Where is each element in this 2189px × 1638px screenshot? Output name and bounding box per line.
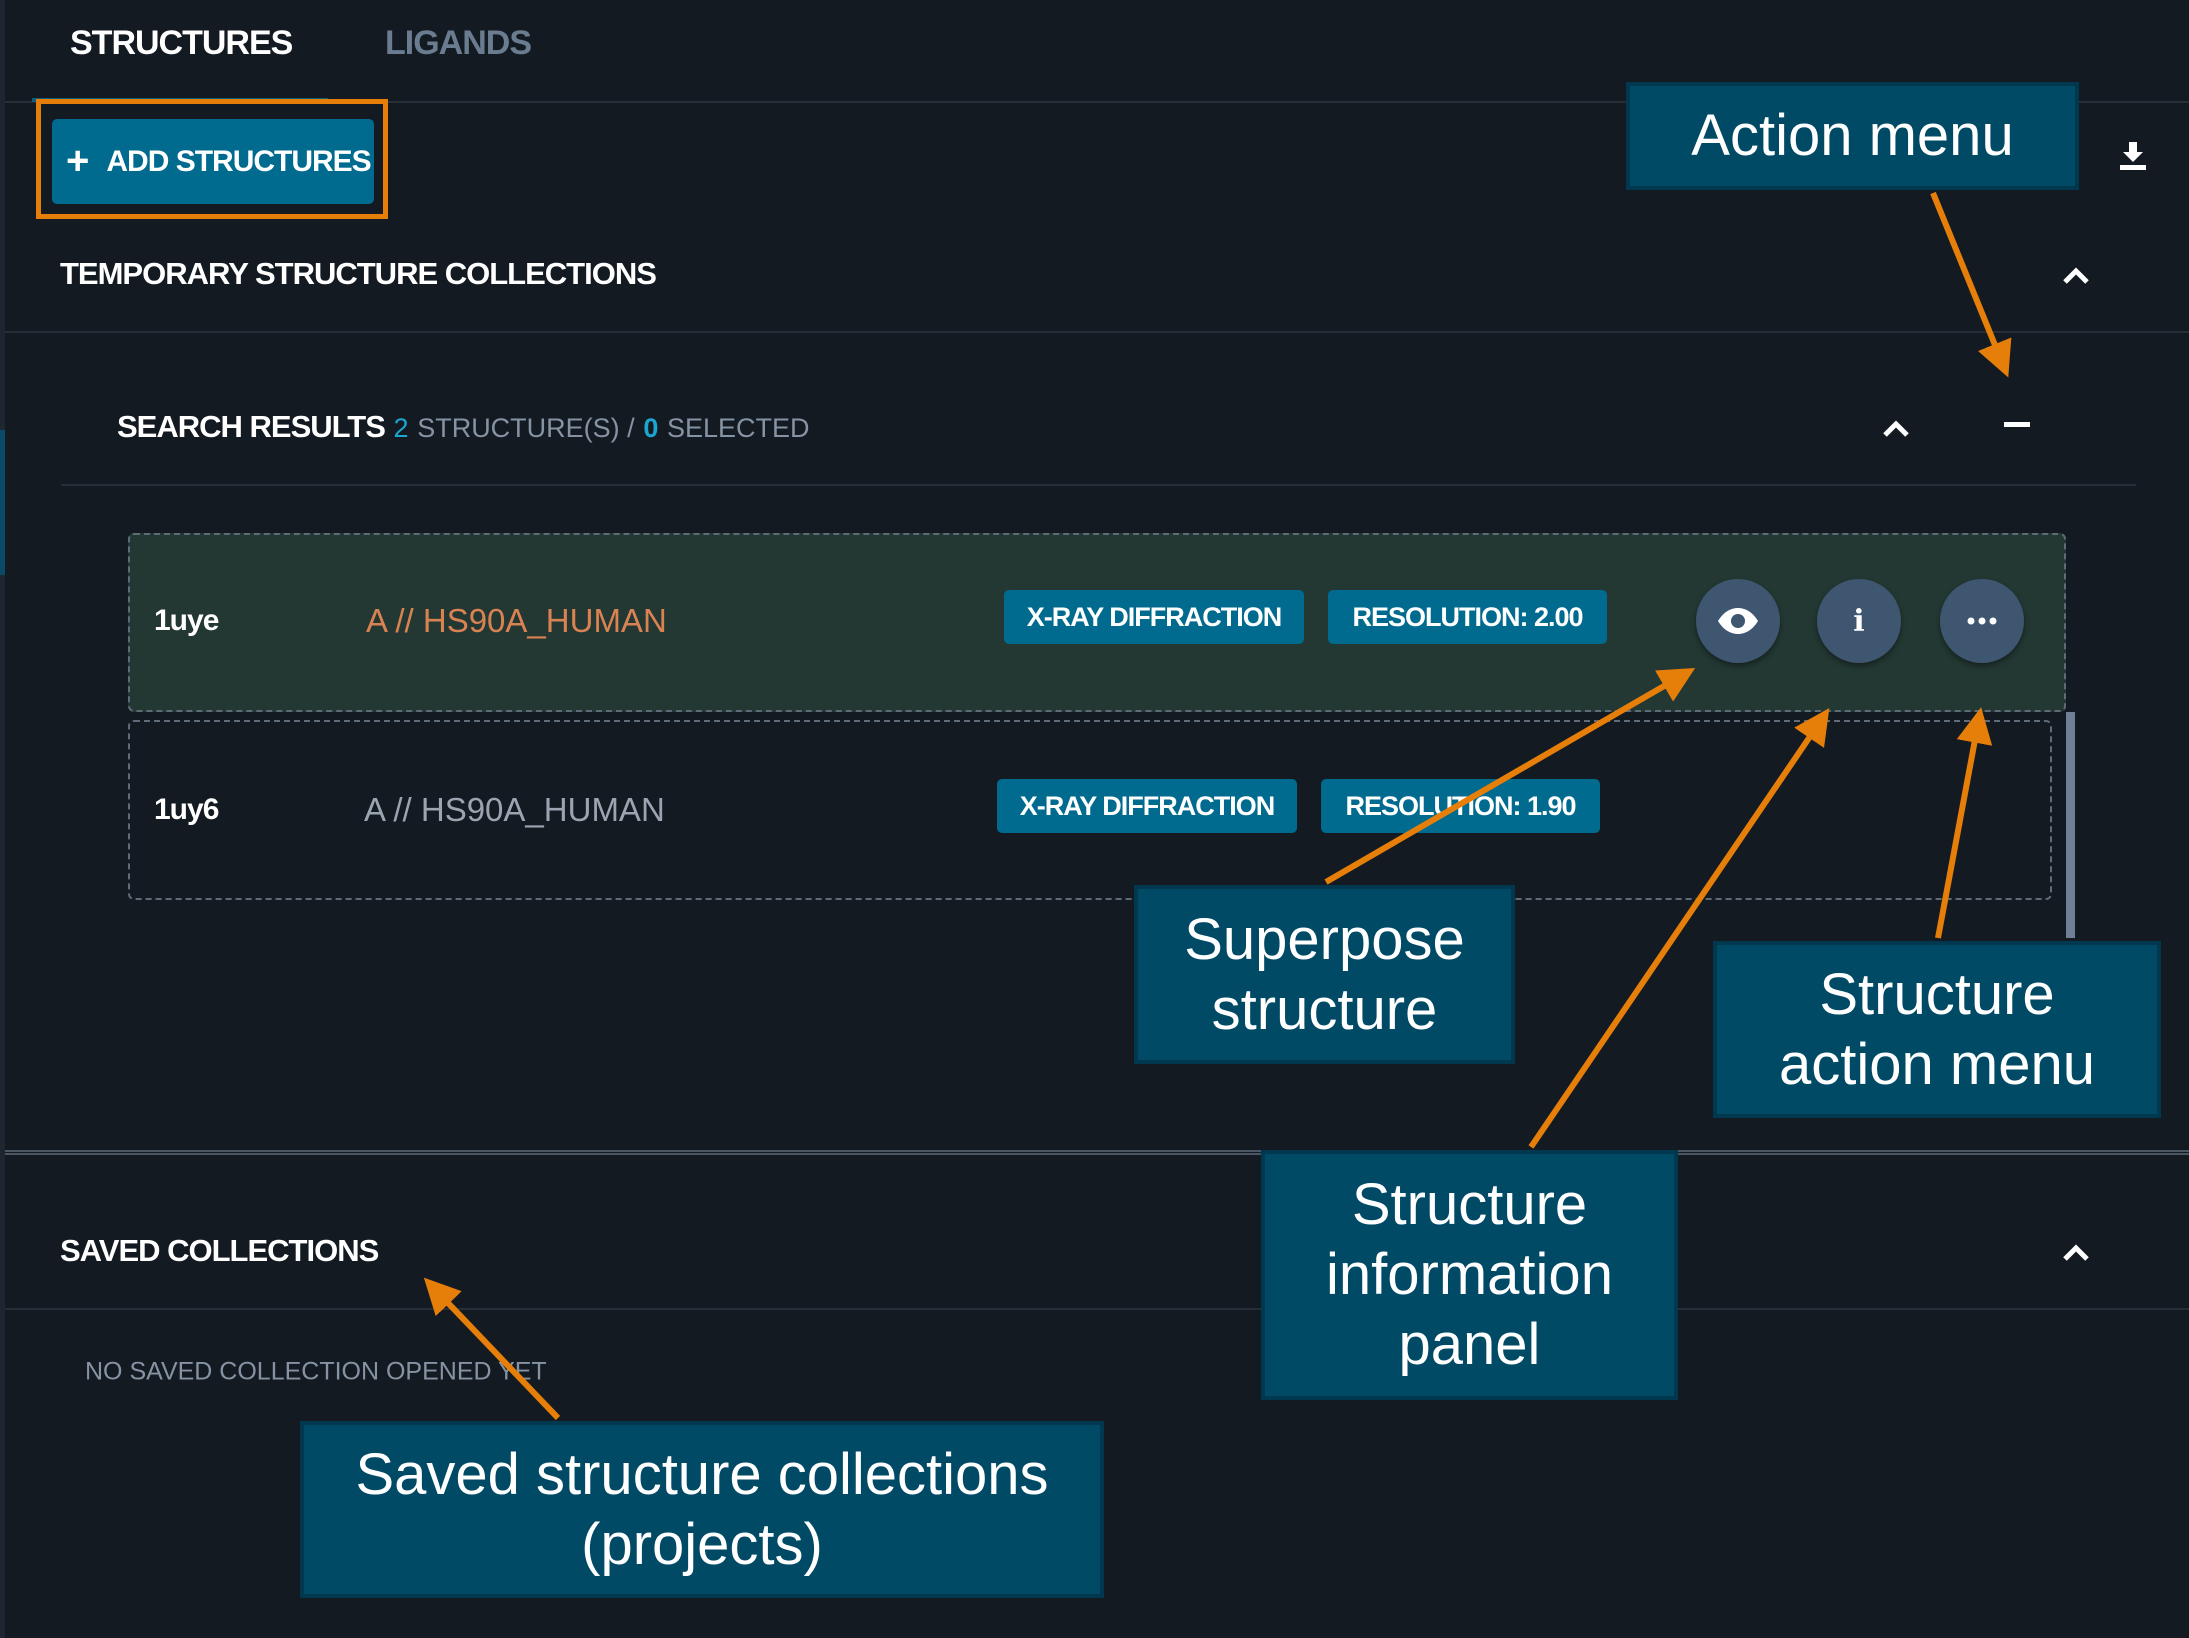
arrow [423, 1277, 561, 1421]
arrow [1935, 707, 1993, 939]
annotation-arrows [423, 191, 2012, 1421]
arrow [1930, 191, 2012, 378]
arrow [1528, 708, 1830, 1149]
arrow [1324, 667, 1696, 885]
